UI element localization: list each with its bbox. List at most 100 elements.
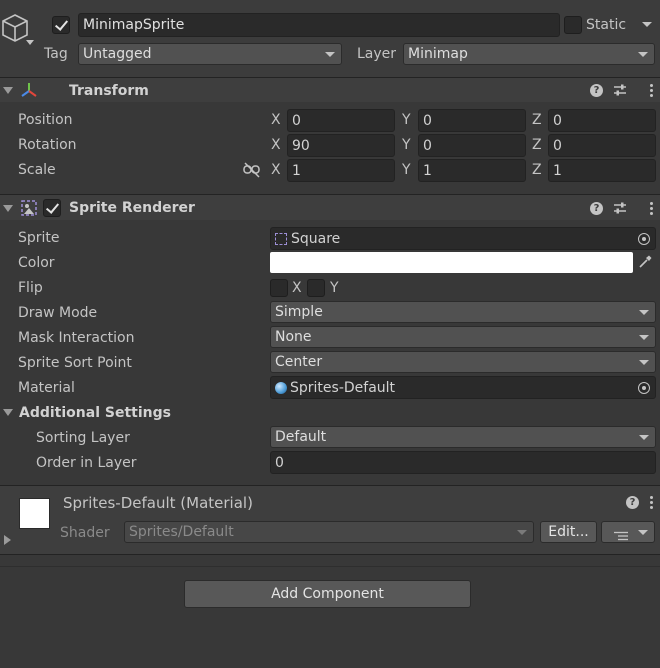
axis-y-label: Y: [402, 137, 411, 153]
layer-dropdown[interactable]: Minimap: [403, 43, 655, 65]
sprite-label: Sprite: [18, 230, 60, 246]
material-foldout-icon[interactable]: [4, 535, 11, 545]
draw-mode-value: Simple: [275, 304, 323, 320]
layer-value: Minimap: [408, 46, 468, 62]
chevron-down-icon: [639, 335, 649, 340]
position-z-field[interactable]: 0: [548, 109, 656, 132]
static-dropdown-arrow[interactable]: [642, 22, 652, 27]
foldout-arrow-icon[interactable]: [3, 205, 13, 212]
sorting-layer-dropdown[interactable]: Default: [270, 426, 656, 448]
kebab-menu-icon[interactable]: [650, 496, 654, 511]
transform-axes-icon: [20, 81, 38, 99]
sprite-renderer-icon: [20, 199, 38, 217]
mask-interaction-dropdown[interactable]: None: [270, 326, 656, 348]
rotation-x-field[interactable]: 90: [287, 134, 395, 157]
sprite-sort-point-dropdown[interactable]: Center: [270, 351, 656, 373]
sprite-renderer-enabled-checkbox[interactable]: [43, 199, 61, 217]
flip-label: Flip: [18, 280, 43, 296]
section-divider: [0, 554, 660, 555]
foldout-arrow-icon[interactable]: [3, 87, 13, 94]
chevron-down-icon: [325, 52, 335, 57]
chevron-down-icon: [638, 530, 648, 535]
position-label: Position: [18, 112, 73, 128]
flip-y-checkbox[interactable]: [307, 279, 325, 297]
object-picker-icon[interactable]: [638, 233, 650, 245]
static-label: Static: [586, 17, 627, 33]
axis-x-label: X: [271, 112, 281, 128]
sprite-asset-icon: [275, 233, 287, 245]
kebab-menu-icon[interactable]: [650, 84, 654, 99]
position-y-field[interactable]: 0: [418, 109, 526, 132]
scale-y-field[interactable]: 1: [418, 159, 526, 182]
eyedropper-icon[interactable]: [637, 254, 653, 270]
rotation-label: Rotation: [18, 137, 77, 153]
axis-y-label: Y: [402, 112, 411, 128]
material-object-field[interactable]: Sprites-Default: [270, 376, 656, 399]
mask-interaction-value: None: [275, 329, 312, 345]
sorting-layer-label: Sorting Layer: [36, 430, 130, 446]
material-value: Sprites-Default: [290, 380, 396, 396]
shader-dropdown[interactable]: Sprites/Default: [124, 521, 534, 543]
shader-edit-button[interactable]: Edit...: [540, 521, 597, 543]
inspector-top-strip: [0, 0, 660, 78]
transform-title: Transform: [69, 83, 149, 99]
sprite-object-field[interactable]: Square: [270, 227, 656, 250]
scale-label: Scale: [18, 162, 56, 178]
rotation-z-field[interactable]: 0: [548, 134, 656, 157]
kebab-menu-icon[interactable]: [650, 202, 654, 217]
color-swatch[interactable]: [270, 252, 633, 273]
section-divider: [0, 566, 660, 567]
sprite-sort-point-label: Sprite Sort Point: [18, 355, 132, 371]
shader-label: Shader: [60, 525, 110, 541]
sprite-renderer-title: Sprite Renderer: [69, 200, 195, 216]
list-options-icon: [614, 527, 628, 541]
static-checkbox[interactable]: [564, 16, 582, 34]
color-label: Color: [18, 255, 55, 271]
material-preview-thumbnail: [19, 498, 50, 529]
draw-mode-label: Draw Mode: [18, 305, 98, 321]
name-field[interactable]: MinimapSprite: [78, 13, 560, 37]
layer-label: Layer: [357, 46, 397, 62]
active-checkbox[interactable]: [52, 16, 70, 34]
draw-mode-dropdown[interactable]: Simple: [270, 301, 656, 323]
chevron-down-icon: [639, 310, 649, 315]
mask-interaction-label: Mask Interaction: [18, 330, 135, 346]
shader-options-dropdown[interactable]: [601, 521, 655, 543]
icon-dropdown-arrow[interactable]: [26, 40, 34, 45]
axis-z-label: Z: [532, 112, 542, 128]
rotation-y-field[interactable]: 0: [418, 134, 526, 157]
transform-header[interactable]: Transform ?: [0, 77, 660, 102]
tag-dropdown[interactable]: Untagged: [78, 43, 342, 65]
material-sphere-icon: [275, 382, 287, 394]
unlinked-scale-icon[interactable]: [243, 162, 261, 178]
flip-x-label: X: [292, 280, 302, 296]
sprite-renderer-header[interactable]: Sprite Renderer ?: [0, 194, 660, 220]
sprite-value: Square: [291, 231, 341, 247]
chevron-down-icon: [639, 360, 649, 365]
tag-value: Untagged: [83, 46, 152, 62]
order-in-layer-label: Order in Layer: [36, 455, 137, 471]
shader-value: Sprites/Default: [129, 524, 234, 540]
presets-icon[interactable]: [613, 201, 627, 215]
axis-y-label: Y: [402, 162, 411, 178]
axis-z-label: Z: [532, 137, 542, 153]
help-icon[interactable]: ?: [590, 202, 603, 215]
add-component-button[interactable]: Add Component: [184, 580, 471, 608]
sprite-sort-point-value: Center: [275, 354, 323, 370]
axis-x-label: X: [271, 137, 281, 153]
help-icon[interactable]: ?: [626, 496, 639, 509]
object-picker-icon[interactable]: [638, 382, 650, 394]
sorting-layer-value: Default: [275, 429, 327, 445]
additional-settings-foldout-icon[interactable]: [3, 409, 13, 416]
order-in-layer-field[interactable]: 0: [270, 451, 656, 474]
scale-x-field[interactable]: 1: [287, 159, 395, 182]
additional-settings-label[interactable]: Additional Settings: [19, 403, 171, 423]
axis-x-label: X: [271, 162, 281, 178]
chevron-down-icon: [638, 52, 648, 57]
presets-icon[interactable]: [613, 83, 627, 97]
position-x-field[interactable]: 0: [287, 109, 395, 132]
help-icon[interactable]: ?: [590, 84, 603, 97]
flip-x-checkbox[interactable]: [270, 279, 288, 297]
scale-z-field[interactable]: 1: [548, 159, 656, 182]
tag-label: Tag: [44, 46, 68, 62]
